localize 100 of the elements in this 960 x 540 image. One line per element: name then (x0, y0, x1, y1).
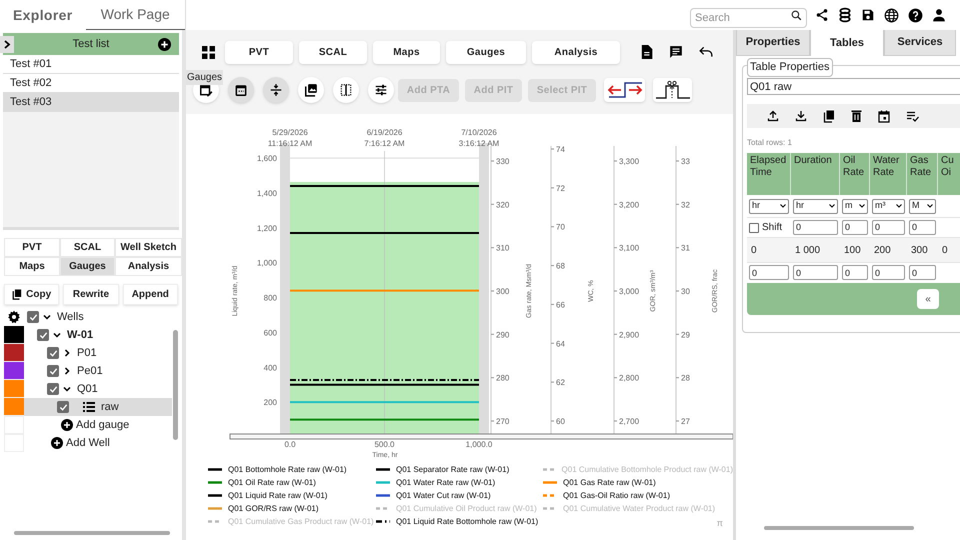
expand-button[interactable] (0, 36, 14, 53)
globe-icon[interactable] (884, 8, 899, 22)
cell-input[interactable]: 0 (872, 220, 905, 235)
cell-input[interactable]: 0 (872, 265, 905, 280)
module-tab[interactable]: SCAL (60, 238, 115, 257)
main-tab[interactable]: Gauges (446, 40, 526, 64)
color-swatch[interactable] (4, 362, 24, 380)
help-icon[interactable] (908, 8, 923, 22)
column-header[interactable]: Duration (791, 153, 840, 195)
column-header[interactable]: Gas Rate (907, 153, 938, 195)
checkbox[interactable] (37, 329, 49, 341)
grid-icon[interactable] (202, 46, 215, 58)
legend-swatch[interactable] (543, 468, 556, 471)
cut-pulse-button[interactable] (653, 78, 692, 102)
legend-label[interactable]: Q01 Liquid Rate raw (W-01) (228, 490, 328, 502)
nav-tab[interactable]: Explorer (0, 0, 86, 30)
range-slider[interactable] (230, 434, 733, 440)
add-button[interactable]: Add Well (51, 434, 110, 452)
legend-label[interactable]: Q01 Gas-Oil Ratio raw (W-01) (563, 490, 670, 502)
tool-button[interactable] (298, 77, 324, 103)
side-tab[interactable]: Tables (810, 30, 884, 56)
cell-input[interactable]: 0 (909, 220, 936, 235)
search-field[interactable]: Search (690, 8, 807, 28)
color-swatch[interactable] (4, 416, 24, 434)
action-button[interactable]: Rewrite (63, 284, 119, 305)
nav-tab[interactable]: Work Page (86, 0, 185, 30)
tree-item-label[interactable]: W-01 (67, 326, 94, 344)
chevron-down-icon[interactable] (53, 331, 61, 339)
side-tab[interactable]: Properties (736, 30, 810, 56)
cell-input[interactable]: 0 (793, 220, 838, 235)
main-tab[interactable]: Maps (373, 40, 440, 64)
legend-label[interactable]: Q01 Liquid Rate Bottomhole raw (W-01) (396, 516, 538, 528)
unit-select[interactable]: M (909, 198, 936, 214)
column-header[interactable]: Elapsed Time (747, 153, 791, 195)
legend-swatch[interactable] (543, 494, 557, 497)
save-icon[interactable] (861, 8, 875, 22)
cell-input[interactable]: 0 (793, 265, 838, 280)
chevron-right-icon[interactable] (63, 367, 71, 375)
cell-input[interactable]: 0 (749, 265, 789, 280)
legend-label[interactable]: Q01 Gas Rate raw (W-01) (563, 476, 656, 488)
horizontal-scrollbar[interactable] (764, 526, 914, 530)
upload-icon[interactable] (767, 110, 779, 122)
chevron-down-icon[interactable] (43, 313, 51, 321)
checkbox-label[interactable]: Shift (762, 220, 782, 235)
person-icon[interactable] (932, 8, 946, 22)
checkbox[interactable] (57, 401, 69, 413)
chevron-right-icon[interactable] (63, 349, 71, 357)
tool-button[interactable] (368, 77, 394, 103)
checkbox[interactable] (47, 365, 59, 377)
table-name-field[interactable]: Q01 raw (747, 78, 960, 95)
share-icon[interactable] (815, 8, 829, 22)
tree-item-label[interactable]: Wells (57, 308, 84, 326)
legend-swatch[interactable] (208, 520, 222, 523)
test-list-item[interactable]: Test #01 (3, 55, 179, 74)
checkbox[interactable] (749, 222, 759, 232)
checkbox[interactable] (47, 347, 59, 359)
column-header[interactable]: Water Rate (870, 153, 907, 195)
column-header[interactable]: Cu Oi (938, 153, 960, 195)
undo-icon[interactable] (699, 46, 713, 58)
unit-select[interactable]: m³ (872, 198, 905, 214)
copy-icon[interactable] (823, 110, 835, 122)
shift-arrows-button[interactable] (604, 78, 645, 102)
checkbox[interactable] (47, 383, 59, 395)
add-button[interactable]: Add gauge (61, 416, 130, 434)
legend-swatch[interactable] (208, 494, 222, 497)
module-tab[interactable]: Gauges (60, 257, 115, 276)
color-swatch[interactable] (4, 344, 24, 362)
tool-button[interactable] (228, 77, 254, 103)
legend-label[interactable]: Q01 Water Cut raw (W-01) (396, 490, 491, 502)
legend-swatch[interactable] (376, 494, 390, 497)
test-list-item[interactable]: Test #03 (3, 93, 179, 112)
test-list-item[interactable]: Test #02 (3, 74, 179, 93)
legend-label[interactable]: Q01 Bottomhole Rate raw (W-01) (228, 464, 347, 476)
module-tab[interactable]: PVT (4, 238, 60, 257)
unit-select[interactable]: m (842, 198, 868, 214)
color-swatch[interactable] (4, 398, 24, 416)
unit-select[interactable]: hr (793, 198, 838, 214)
previous-page-button[interactable]: « (917, 289, 939, 309)
document-icon[interactable] (640, 45, 653, 59)
tool-button[interactable] (263, 77, 289, 103)
unit-select[interactable]: hr (749, 198, 789, 214)
side-tab[interactable]: Services (884, 30, 956, 56)
comment-icon[interactable] (669, 45, 683, 59)
legend-swatch[interactable] (376, 520, 390, 523)
cell-input[interactable]: 0 (842, 220, 868, 235)
add-icon[interactable] (158, 38, 171, 50)
color-swatch[interactable] (4, 380, 24, 398)
legend-swatch[interactable] (208, 468, 222, 471)
color-swatch[interactable] (4, 326, 24, 344)
calendar-icon[interactable] (878, 110, 890, 122)
main-tab[interactable]: SCAL (299, 40, 367, 64)
column-header[interactable]: Oil Rate (840, 153, 870, 195)
action-button[interactable]: Copy (4, 284, 60, 305)
tree-item-label[interactable]: Q01 (77, 380, 98, 398)
legend-swatch[interactable] (376, 481, 390, 484)
tree-item-label[interactable]: P01 (77, 344, 97, 362)
legend-swatch[interactable] (208, 507, 222, 510)
legend-swatch[interactable] (543, 507, 557, 510)
legend-label[interactable]: Q01 GOR/RS raw (W-01) (228, 502, 319, 514)
checkbox[interactable] (27, 311, 39, 323)
